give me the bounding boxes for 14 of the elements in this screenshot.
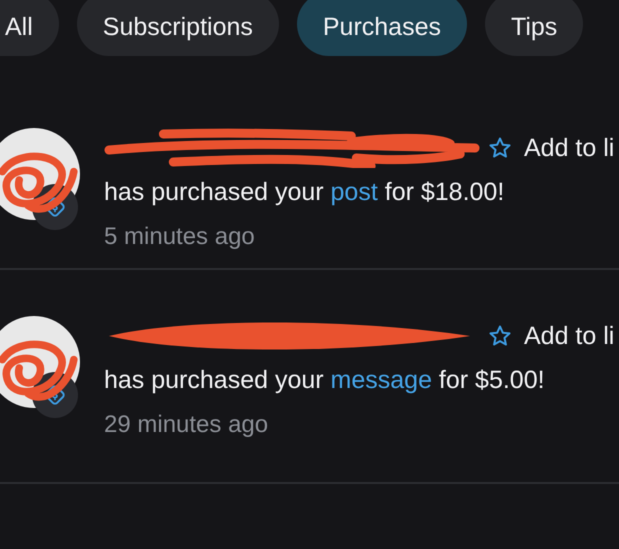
purchase-message: has purchased your message for $5.00! <box>104 366 546 395</box>
star-icon[interactable] <box>488 136 512 160</box>
purchase-message: has purchased your post for $18.00! <box>104 178 506 207</box>
filter-tab[interactable]: Tips <box>485 0 584 56</box>
timestamp: 5 minutes ago <box>104 223 256 251</box>
filter-tab[interactable]: Subscriptions <box>76 0 279 56</box>
filter-tab[interactable]: All <box>0 0 59 56</box>
timestamp: 29 minutes ago <box>104 411 270 439</box>
star-icon[interactable] <box>488 324 512 348</box>
add-to-list-link[interactable]: Add to li <box>524 322 614 350</box>
item-link[interactable]: message <box>330 366 432 394</box>
filter-tab[interactable]: Purchases <box>296 0 467 56</box>
item-link[interactable]: post <box>330 178 378 206</box>
add-to-list-link[interactable]: Add to li <box>524 134 614 162</box>
